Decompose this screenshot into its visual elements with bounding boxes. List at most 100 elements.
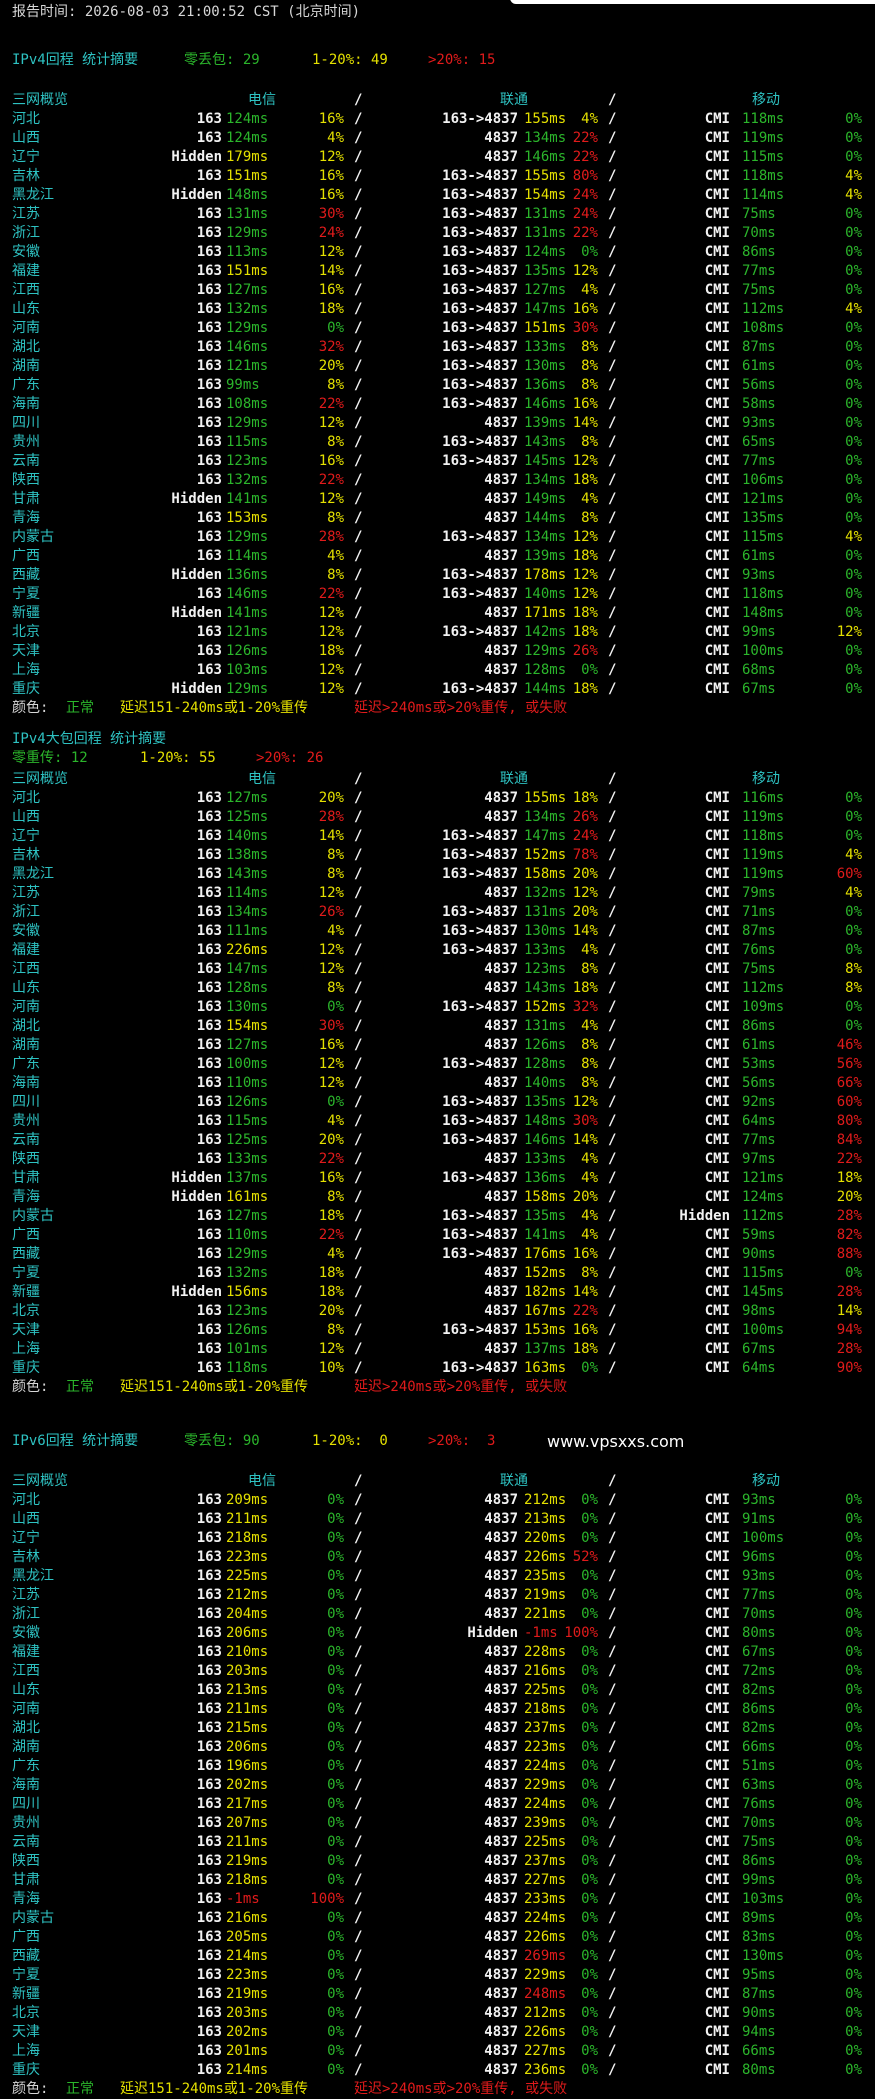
- row-telecom-asn: 163: [196, 904, 222, 920]
- row-region: 河南: [12, 999, 40, 1015]
- legend-normal: 正常: [66, 700, 94, 716]
- row-mobile-asn: CMI: [704, 1018, 730, 1034]
- row-telecom-asn: 163: [196, 1701, 222, 1717]
- row-slash-2: /: [608, 1530, 617, 1546]
- header-region: 三网概览: [12, 92, 68, 108]
- row-unicom-asn: 4837: [484, 1758, 518, 1774]
- row-telecom-loss: 8%: [327, 980, 344, 996]
- row-slash-2: /: [608, 681, 617, 697]
- row-slash-2: /: [608, 491, 617, 507]
- row-slash-2: /: [608, 1948, 617, 1964]
- row-slash-2: /: [608, 358, 617, 374]
- row-telecom-loss: 20%: [318, 358, 344, 374]
- row-slash-1: /: [354, 149, 363, 165]
- row-unicom-asn: 4837: [484, 1549, 518, 1565]
- row-telecom-loss: 10%: [318, 1360, 344, 1376]
- row-unicom-loss: 0%: [581, 2062, 598, 2078]
- row-slash-2: /: [608, 1758, 617, 1774]
- summary-bad: >20%: 26: [256, 750, 324, 766]
- row-telecom-asn: 163: [196, 1587, 222, 1603]
- row-mobile-loss: 0%: [845, 1891, 862, 1907]
- row-slash-1: /: [354, 885, 363, 901]
- row-unicom-loss: 12%: [572, 529, 598, 545]
- table-row: 安徽 163 111ms 4%/163->4837 130ms 14% / CMI 87ms 0%: [12, 922, 863, 941]
- row-telecom-asn: 163: [196, 1530, 222, 1546]
- row-unicom-asn: 163->4837: [442, 942, 518, 958]
- row-slash-1: /: [354, 1303, 363, 1319]
- row-telecom-loss: 8%: [327, 510, 344, 526]
- row-telecom-latency: 148ms: [226, 187, 269, 203]
- row-mobile-latency: 130ms: [742, 1948, 785, 1964]
- row-unicom-asn: 163->4837: [442, 847, 518, 863]
- row-mobile-asn: CMI: [704, 358, 730, 374]
- row-telecom-loss: 16%: [318, 453, 344, 469]
- header-region: 三网概览: [12, 1473, 68, 1489]
- row-telecom-loss: 8%: [327, 1322, 344, 1338]
- row-unicom-asn: 4837: [484, 2024, 518, 2040]
- row-mobile-latency: 61ms: [742, 548, 776, 564]
- row-mobile-latency: 121ms: [742, 1170, 785, 1186]
- row-telecom-loss: 20%: [318, 1303, 344, 1319]
- row-slash-2: /: [608, 567, 617, 583]
- row-unicom-loss: 0%: [581, 1891, 598, 1907]
- row-mobile-latency: 70ms: [742, 225, 776, 241]
- row-region: 山西: [12, 809, 40, 825]
- row-telecom-loss: 8%: [327, 567, 344, 583]
- row-slash-1: /: [354, 1075, 363, 1091]
- row-telecom-asn: 163: [196, 320, 222, 336]
- row-slash-2: /: [608, 980, 617, 996]
- row-telecom-loss: 0%: [327, 999, 344, 1015]
- row-telecom-latency: 141ms: [226, 605, 269, 621]
- row-mobile-latency: 94ms: [742, 2024, 776, 2040]
- row-slash-1: /: [354, 2024, 363, 2040]
- row-slash-2: /: [608, 1549, 617, 1565]
- row-telecom-latency: 216ms: [226, 1910, 269, 1926]
- row-slash-2: /: [608, 1910, 617, 1926]
- row-mobile-latency: 99ms: [742, 624, 776, 640]
- row-mobile-loss: 0%: [845, 999, 862, 1015]
- row-mobile-latency: 58ms: [742, 396, 776, 412]
- row-unicom-loss: 18%: [572, 681, 598, 697]
- row-unicom-loss: 32%: [572, 999, 598, 1015]
- row-region: 黑龙江: [12, 866, 54, 882]
- table-row: 上海 163 103ms 12%/4837 128ms 0% / CMI 68ms 0%: [12, 661, 863, 680]
- row-mobile-loss: 0%: [845, 491, 862, 507]
- row-slash-2: /: [608, 453, 617, 469]
- row-mobile-loss: 0%: [845, 472, 862, 488]
- row-telecom-loss: 12%: [318, 149, 344, 165]
- row-region: 吉林: [12, 847, 40, 863]
- row-telecom-latency: 205ms: [226, 1929, 269, 1945]
- row-mobile-loss: 0%: [845, 1265, 862, 1281]
- row-unicom-asn: 4837: [484, 1037, 518, 1053]
- row-unicom-loss: 0%: [581, 1758, 598, 1774]
- header-slash-1: /: [354, 771, 363, 787]
- row-unicom-asn: 4837: [484, 605, 518, 621]
- table-row: 贵州 163 115ms 4%/163->4837 148ms 30% / CMI 64ms 80…: [12, 1112, 863, 1131]
- row-slash-2: /: [608, 809, 617, 825]
- legend-warn: 延迟151-240ms或1-20%重传: [120, 700, 309, 716]
- row-telecom-latency: 146ms: [226, 586, 269, 602]
- row-mobile-loss: 0%: [845, 828, 862, 844]
- row-slash-2: /: [608, 282, 617, 298]
- row-unicom-asn: 163->4837: [442, 396, 518, 412]
- table-row: 广西 163 114ms 4%/4837 139ms 18% / CMI 61ms 0%: [12, 547, 863, 566]
- row-telecom-loss: 16%: [318, 187, 344, 203]
- row-slash-1: /: [354, 1587, 363, 1603]
- row-mobile-loss: 8%: [845, 961, 862, 977]
- row-mobile-loss: 80%: [836, 1113, 862, 1129]
- row-telecom-asn: 163: [196, 1644, 222, 1660]
- row-unicom-asn: 4837: [484, 1910, 518, 1926]
- row-unicom-asn: 163->4837: [442, 1113, 518, 1129]
- row-telecom-latency: 217ms: [226, 1796, 269, 1812]
- row-telecom-latency: 114ms: [226, 548, 269, 564]
- row-telecom-loss: 0%: [327, 1094, 344, 1110]
- row-unicom-asn: 4837: [484, 130, 518, 146]
- watermark: www.vpsxxs.com: [547, 1432, 685, 1451]
- row-telecom-loss: 32%: [318, 339, 344, 355]
- row-region: 浙江: [12, 225, 40, 241]
- row-mobile-latency: 118ms: [742, 168, 785, 184]
- row-telecom-asn: 163: [196, 1948, 222, 1964]
- row-mobile-asn: CMI: [704, 1360, 730, 1376]
- row-telecom-asn: 163: [196, 1606, 222, 1622]
- row-telecom-loss: 18%: [318, 1284, 344, 1300]
